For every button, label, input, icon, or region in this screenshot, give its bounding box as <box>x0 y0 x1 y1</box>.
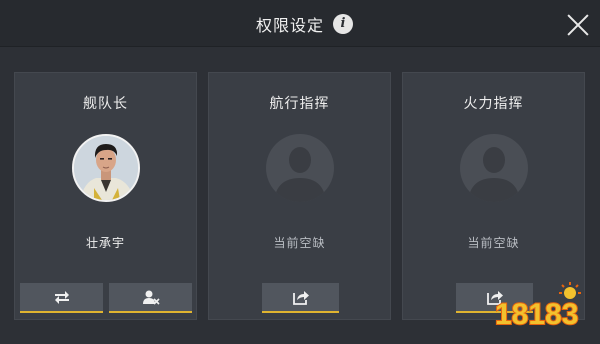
empty-silhouette-icon <box>274 147 326 202</box>
swap-button[interactable] <box>20 283 103 313</box>
watermark-logo-icon: 18183 <box>494 282 581 332</box>
vacancy-label: 当前空缺 <box>467 236 520 250</box>
watermark-text: 18183 <box>495 298 578 331</box>
remove-user-icon <box>142 290 160 305</box>
page-title-text: 权限设定 <box>255 15 324 35</box>
role-panel-captain: 舰队长 壮承宇 <box>14 72 197 320</box>
role-title: 舰队长 <box>83 96 128 112</box>
empty-avatar <box>460 134 528 202</box>
info-icon[interactable]: i <box>333 14 353 34</box>
vacancy-label: 当前空缺 <box>273 236 326 250</box>
remove-member-button[interactable] <box>109 283 192 313</box>
assign-icon <box>292 291 309 305</box>
site-watermark-logo: 18183 <box>492 281 590 332</box>
role-panel-navigation: 航行指挥 当前空缺 <box>208 72 391 320</box>
player-avatar[interactable] <box>72 134 140 202</box>
swap-icon <box>54 291 69 304</box>
close-icon[interactable] <box>566 13 590 37</box>
player-name: 壮承宇 <box>85 236 125 250</box>
role-title: 航行指挥 <box>269 96 330 112</box>
empty-silhouette-icon <box>468 147 520 202</box>
empty-avatar <box>266 134 334 202</box>
role-title: 火力指挥 <box>463 96 524 112</box>
page-title: 权限设定 <box>0 0 600 47</box>
assign-button[interactable] <box>262 283 339 313</box>
player-portrait <box>74 136 138 200</box>
